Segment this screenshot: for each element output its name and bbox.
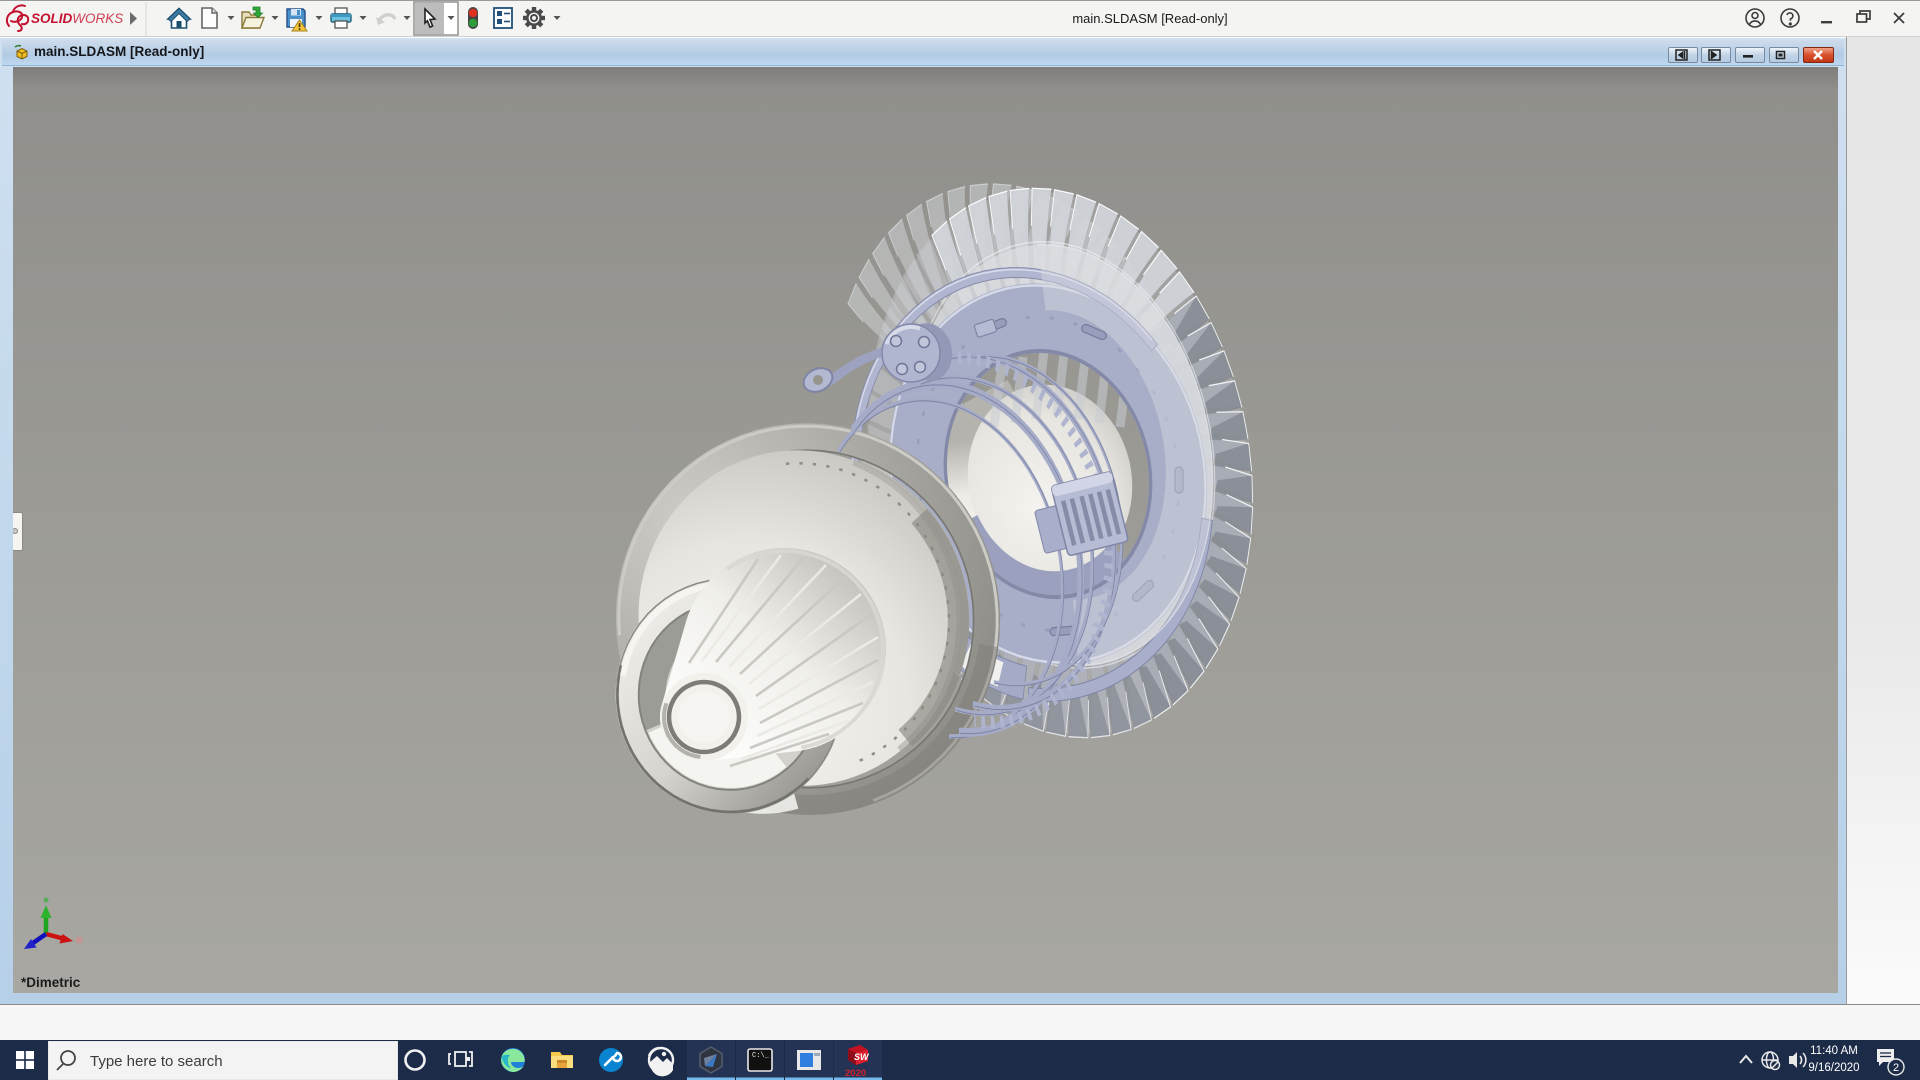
svg-text:SOLIDWORKS: SOLIDWORKS xyxy=(31,11,123,26)
svg-text:2: 2 xyxy=(1893,1062,1899,1074)
svg-text:SW: SW xyxy=(854,1052,870,1062)
svg-text:C:\_: C:\_ xyxy=(752,1052,770,1060)
svg-text:2020: 2020 xyxy=(845,1068,866,1079)
